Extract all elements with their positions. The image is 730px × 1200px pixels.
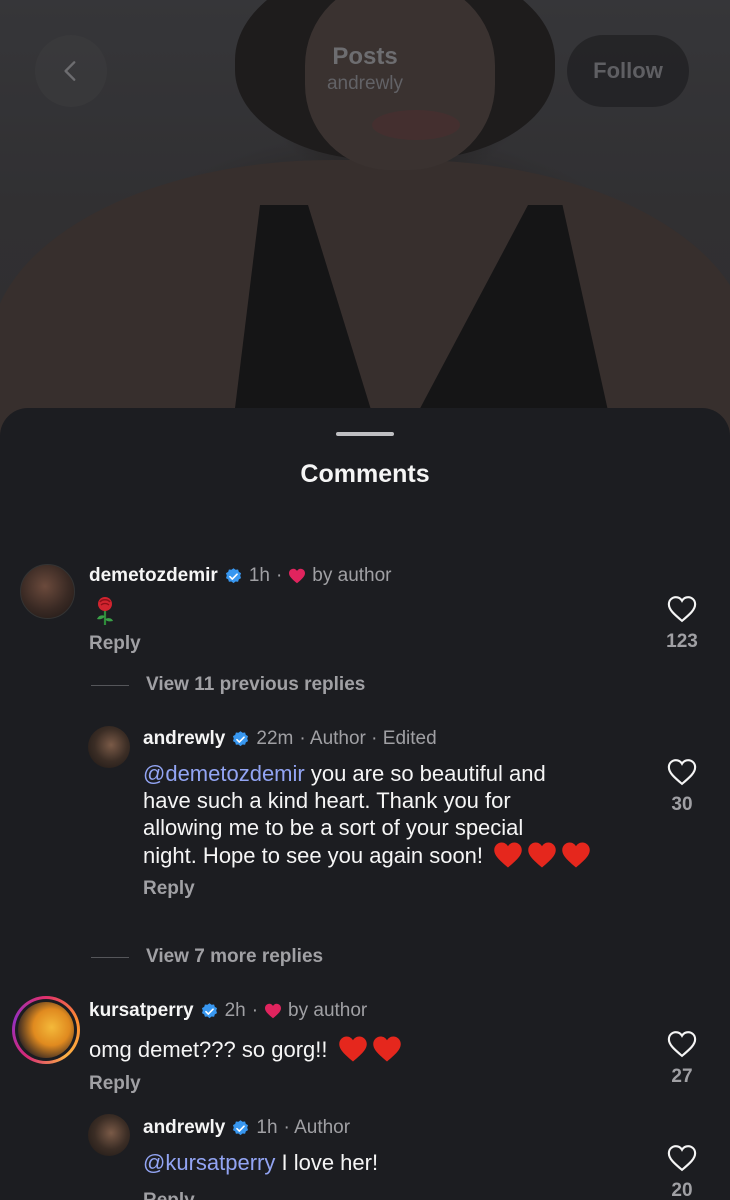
view-more-replies-button[interactable]: View 7 more replies: [91, 946, 323, 968]
like-count: 123: [666, 631, 698, 652]
follow-button[interactable]: Follow: [567, 35, 689, 107]
reply-button[interactable]: Reply: [89, 633, 141, 655]
mention-link[interactable]: @demetozdemir: [143, 761, 305, 786]
comment-text-line: omg demet??? so gorg!!: [89, 1037, 328, 1062]
mention-link[interactable]: @kursatperry: [143, 1150, 275, 1175]
header-title-block: Posts andrewly: [265, 42, 465, 96]
red-heart-emoji-icon: [372, 1036, 401, 1062]
verified-badge-icon: [225, 567, 241, 583]
like-count: 20: [671, 1180, 693, 1200]
verified-badge-icon: [233, 730, 249, 746]
liked-by-author-label: by author: [288, 1000, 368, 1021]
like-column: 30: [652, 758, 712, 816]
thread-line: [91, 684, 129, 686]
reply-text: @demetozdemir you are so beautiful and h…: [143, 760, 643, 869]
thread-line: [91, 956, 129, 958]
avatar: [18, 1002, 74, 1058]
back-button[interactable]: [35, 35, 107, 107]
red-heart-emoji-icon: [562, 842, 590, 868]
view-previous-replies-button[interactable]: View 11 previous replies: [91, 674, 365, 696]
reply-text-line: you are so beautiful and: [304, 761, 546, 786]
reply-username[interactable]: andrewly: [143, 728, 225, 750]
reply-username[interactable]: andrewly: [143, 1117, 225, 1139]
heart-outline-icon[interactable]: [667, 1144, 697, 1172]
avatar[interactable]: [88, 726, 130, 768]
reply-text-line: I love her!: [275, 1150, 379, 1175]
author-like-heart-icon: [289, 568, 306, 584]
comment-text: omg demet??? so gorg!!: [89, 1035, 402, 1063]
reply-text-line: have such a kind heart. Thank you for: [143, 788, 511, 813]
comment-time: 2h: [224, 1000, 246, 1021]
reply-tags: · Author · Edited: [299, 728, 437, 749]
reply-text-line: allowing me to be a sort of your special: [143, 815, 524, 840]
reply-button[interactable]: Reply: [143, 878, 195, 900]
top-bar: Posts andrewly Follow: [0, 0, 730, 130]
author-like-heart-icon: [265, 1003, 282, 1019]
page-subtitle: andrewly: [326, 73, 404, 94]
chevron-left-icon: [64, 61, 76, 81]
comment-meta: kursatperry 2h · by author: [89, 1000, 367, 1022]
reply-time: 22m: [256, 728, 294, 749]
comment-meta: demetozdemir 1h · by author: [89, 565, 392, 587]
comment-time: 1h: [248, 565, 270, 586]
like-count: 27: [671, 1066, 693, 1087]
reply-button[interactable]: Reply: [89, 1073, 141, 1095]
reply-time: 1h: [256, 1117, 278, 1138]
like-column: 123: [652, 595, 712, 653]
avatar[interactable]: [88, 1114, 130, 1156]
sheet-grabber[interactable]: [336, 432, 394, 436]
heart-outline-icon[interactable]: [667, 758, 697, 786]
reply-tags: · Author: [283, 1117, 351, 1138]
reply-button[interactable]: Reply: [143, 1190, 195, 1200]
meta-separator: ·: [275, 565, 283, 586]
like-count: 30: [671, 794, 693, 815]
avatar[interactable]: [20, 564, 75, 619]
page-title: Posts: [332, 43, 398, 70]
rose-emoji-icon: [97, 597, 113, 625]
comment-username[interactable]: demetozdemir: [89, 565, 218, 587]
comments-sheet: Comments demetozdemir 1h · by author Rep…: [0, 408, 730, 1200]
heart-outline-icon[interactable]: [667, 1030, 697, 1058]
sheet-title: Comments: [300, 460, 430, 488]
reply-text: @kursatperry I love her!: [143, 1149, 378, 1176]
red-heart-emoji-icon: [528, 842, 556, 868]
verified-badge-icon: [201, 1002, 217, 1018]
reply-meta: andrewly 22m · Author · Edited: [143, 728, 437, 750]
verified-badge-icon: [233, 1119, 249, 1135]
view-previous-replies-label: View 11 previous replies: [146, 674, 366, 695]
like-column: 27: [652, 1030, 712, 1088]
meta-separator: ·: [251, 1000, 259, 1021]
reply-text-line: night. Hope to see you again soon!: [143, 843, 484, 868]
avatar-story-ring[interactable]: [12, 996, 80, 1064]
like-column: 20: [652, 1144, 712, 1200]
heart-outline-icon[interactable]: [667, 595, 697, 623]
comment-username[interactable]: kursatperry: [89, 1000, 194, 1022]
red-heart-emoji-icon: [494, 842, 522, 868]
liked-by-author-label: by author: [312, 565, 392, 586]
view-more-replies-label: View 7 more replies: [146, 946, 324, 967]
reply-meta: andrewly 1h · Author: [143, 1117, 350, 1139]
red-heart-emoji-icon: [338, 1036, 367, 1062]
